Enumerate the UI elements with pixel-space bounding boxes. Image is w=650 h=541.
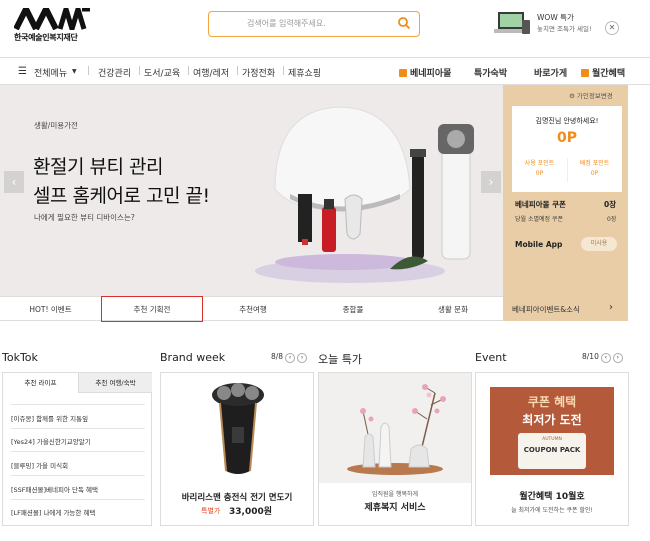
header: 한국예술인복지재단 WOW 특가 놓치면 조특가 세일! ✕	[0, 0, 650, 56]
tab-hot-event[interactable]: HOT! 이벤트	[0, 304, 101, 315]
shaver-image	[212, 383, 264, 474]
promo-subtitle[interactable]: 놓치면 조특가 세일!	[537, 23, 592, 33]
search-icon[interactable]	[397, 16, 411, 30]
nav-partner-shopping[interactable]: 제휴쇼핑	[288, 66, 321, 79]
hero-subtitle: 나에게 필요한 뷰티 디바이스는?	[34, 213, 135, 222]
hero-next-arrow[interactable]: ›	[481, 171, 501, 193]
laptop-icon[interactable]	[492, 10, 532, 38]
nav-books[interactable]: 도서/교육	[144, 66, 180, 79]
promo-tabs: HOT! 이벤트 추천 기획전 추천여행 종합몰 생활 문화 베네피아이벤트&소…	[0, 296, 628, 322]
hero-banner[interactable]: 생활/미용가전 환절기 뷰티 관리 셀프 홈케어로 고민 끝! 나에게 필요한 …	[0, 85, 503, 296]
logo-text: 한국예술인복지재단	[14, 33, 78, 42]
brand-week-page-count: 8/8	[271, 352, 284, 361]
promo-title[interactable]: WOW 특가	[537, 12, 574, 23]
brand-week-prev-icon[interactable]: ‹	[285, 353, 296, 363]
tab-events-news[interactable]: 베네피아이벤트&소식	[512, 304, 580, 315]
search-input[interactable]	[247, 12, 397, 35]
event-pager: 8/10 ‹ ›	[582, 352, 623, 363]
nav-monthly-benefit-label: 월간혜택	[592, 69, 626, 79]
mall-icon	[399, 69, 407, 77]
coupon-banner-line1: 쿠폰 혜택	[527, 395, 577, 409]
nav-appliance[interactable]: 가정전화	[242, 66, 275, 79]
nav-special-stay[interactable]: 특가숙박	[474, 66, 507, 79]
event-caption: 월간혜택 10월호	[519, 492, 585, 502]
event-title: Event	[475, 351, 507, 364]
brand-week-product[interactable]: 바리리스맨 충전식 전기 면도기	[161, 491, 313, 503]
expire-coupon-label: 당월 소멸예정 쿠폰	[515, 216, 563, 223]
coupon-autumn: AUTUMN	[542, 437, 562, 442]
event-caption-small: 늘 최저가에 도전하는 쿠폰 할인!	[511, 507, 593, 514]
coupon-banner: 쿠폰 혜택 최저가 도전 AUTUMN COUPON PACK	[490, 387, 614, 475]
brand-week-price-label: 특별가	[201, 507, 221, 515]
expire-coupon-value: 0장	[607, 216, 617, 223]
alloc-point-value: 0P	[590, 170, 599, 177]
chevron-right-icon[interactable]: ›	[609, 302, 613, 313]
coupon-value: 0장	[604, 200, 617, 209]
global-nav: ☰ 전체메뉴 ▼ | 건강관리 | 도서/교육 | 여행/레저 | 가정전화 |…	[0, 57, 650, 85]
brand-week-next-icon[interactable]: ›	[297, 353, 308, 363]
search-box[interactable]	[208, 11, 420, 37]
event-card[interactable]: 쿠폰 혜택 최저가 도전 AUTUMN COUPON PACK 월간혜택 10월…	[475, 372, 629, 526]
hero-title-line1: 환절기 뷰티 관리	[33, 156, 163, 178]
sale-caption-small: 임직원을 행복하게	[371, 491, 419, 498]
brand-week-title: Brand week	[160, 351, 226, 364]
user-side-panel: ⚙ 가인정보변경 김명진님 안녕하세요! 0P 사용 포인트 0P 배정 포인트…	[503, 85, 628, 296]
toktok-panel: 추천 라이프 추천 여행/숙박 [이쥬몽] 함께를 위한 지통잎 [Yes24]…	[2, 372, 152, 526]
today-sale-card[interactable]: 임직원을 행복하게 제휴복지 서비스	[318, 372, 472, 526]
brand-week-pager: 8/8 ‹ ›	[271, 352, 308, 363]
event-prev-icon[interactable]: ‹	[600, 353, 611, 363]
nav-health[interactable]: 건강관리	[98, 66, 131, 79]
nav-shortcut[interactable]: 바로가게	[534, 66, 567, 79]
flower-vase-image	[347, 384, 446, 475]
hamburger-icon[interactable]: ☰	[18, 66, 27, 77]
tab-life-culture[interactable]: 생활 문화	[403, 304, 503, 315]
hero-category: 생활/미용가전	[34, 121, 78, 130]
today-sale-title: 오늘 특가	[318, 353, 362, 366]
tab-recommended-travel[interactable]: 추천여행	[203, 304, 303, 315]
event-page-count: 8/10	[582, 352, 599, 361]
benefit-icon	[581, 69, 589, 77]
mobile-app-button[interactable]: 미사용	[581, 237, 617, 251]
nav-beneppia-mall-label: 베네피아몰	[410, 69, 452, 79]
hero-title-line2: 셀프 홈케어로 고민 끝!	[33, 185, 210, 207]
greeting: 김명진님 안녕하세요!	[535, 117, 599, 125]
toktok-tab-travel[interactable]: 추천 여행/숙박	[78, 373, 152, 393]
toktok-tab-life[interactable]: 추천 라이프	[3, 373, 78, 393]
all-menu-button[interactable]: 전체메뉴	[34, 66, 67, 79]
coupon-label[interactable]: 베네피아몰 쿠폰	[515, 199, 566, 210]
mobile-app-label: Mobile App	[515, 240, 563, 249]
event-next-icon[interactable]: ›	[612, 353, 623, 363]
sale-caption: 제휴복지 서비스	[364, 503, 426, 513]
toktok-item[interactable]: [Yes24] 가을신한기교양알기	[11, 436, 91, 446]
nav-travel[interactable]: 여행/레저	[193, 66, 229, 79]
toktok-item[interactable]: [블루밍] 가을 미식회	[11, 460, 68, 470]
brand-week-card[interactable]: 바리리스맨 충전식 전기 면도기 특별가 33,000원	[160, 372, 314, 526]
promo-close-icon[interactable]: ✕	[605, 21, 619, 35]
use-point-label: 사용 포인트	[524, 160, 555, 167]
tab-recommended-exhibition[interactable]: 추천 기획전	[101, 304, 203, 315]
point-card: 김명진님 안녕하세요! 0P 사용 포인트 0P 배정 포인트 0P	[512, 106, 622, 192]
toktok-item[interactable]: [LF패션몰] 나에게 가능한 혜택	[11, 507, 95, 517]
edit-profile-label: 가인정보변경	[576, 92, 613, 100]
total-points: 0P	[556, 130, 577, 146]
toktok-title: TokTok	[2, 351, 38, 364]
coupon-banner-line2: 최저가 도전	[522, 413, 582, 427]
toktok-item[interactable]: [이쥬몽] 함께를 위한 지통잎	[11, 413, 88, 423]
alloc-point-label: 배정 포인트	[579, 160, 610, 167]
tab-general-mall[interactable]: 종합몰	[303, 304, 403, 315]
nav-beneppia-mall[interactable]: 베네피아몰	[399, 66, 451, 79]
logo-icon[interactable]	[14, 8, 92, 30]
edit-profile-link[interactable]: ⚙ 가인정보변경	[569, 90, 613, 100]
toktok-item[interactable]: [SSF패션몰]베네피아 단독 혜택	[11, 484, 98, 494]
coupon-pack-label: COUPON PACK	[523, 446, 581, 454]
chevron-down-icon[interactable]: ▼	[72, 68, 77, 75]
hero-prev-arrow[interactable]: ‹	[4, 171, 24, 193]
brand-week-price: 33,000원	[229, 507, 273, 517]
coupon-pack-icon: AUTUMN COUPON PACK	[518, 433, 586, 469]
beauty-devices-image	[255, 106, 474, 283]
nav-monthly-benefit[interactable]: 월간혜택	[581, 66, 625, 79]
use-point-value: 0P	[535, 170, 544, 177]
